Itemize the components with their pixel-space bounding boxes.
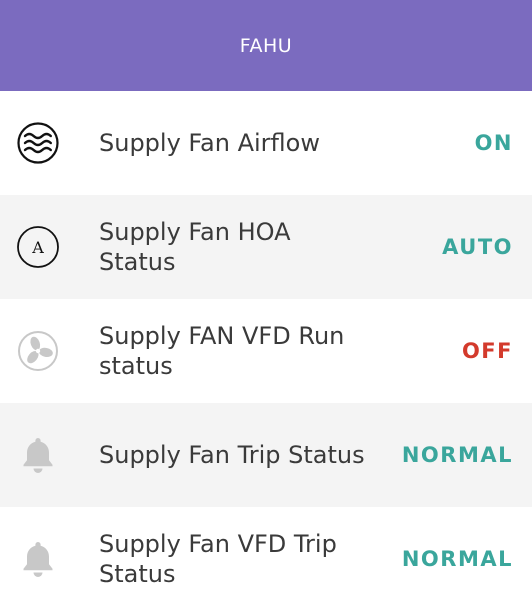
fan-icon (16, 329, 60, 373)
status-badge: AUTO (442, 235, 513, 259)
status-badge: NORMAL (401, 547, 513, 571)
row-label: Supply Fan Trip Status (99, 441, 365, 469)
airflow-waves-icon (16, 121, 60, 165)
list-item-supply-fan-vfd-trip-status[interactable]: Supply Fan VFD Trip Status NORMAL (0, 507, 532, 611)
status-badge: OFF (461, 339, 513, 363)
list-item-supply-fan-vfd-run-status[interactable]: Supply FAN VFD Run status OFF (0, 299, 532, 403)
status-badge: ON (474, 131, 513, 155)
row-label: Supply FAN VFD Run status (99, 322, 345, 380)
row-label: Supply Fan HOA Status (99, 218, 291, 276)
status-badge: NORMAL (401, 443, 513, 467)
list-item-supply-fan-hoa-status[interactable]: A Supply Fan HOA Status AUTO (0, 195, 532, 299)
list-item-supply-fan-airflow[interactable]: Supply Fan Airflow ON (0, 91, 532, 195)
list-item-supply-fan-trip-status[interactable]: Supply Fan Trip Status NORMAL (0, 403, 532, 507)
app-header: FAHU (0, 0, 532, 91)
status-list: Supply Fan Airflow ON A Supply Fan HOA S… (0, 91, 532, 611)
bell-icon (16, 537, 60, 581)
row-label: Supply Fan Airflow (99, 129, 320, 157)
svg-text:A: A (31, 238, 44, 257)
page-title: FAHU (239, 34, 293, 57)
bell-icon (16, 433, 60, 477)
row-label: Supply Fan VFD Trip Status (99, 530, 337, 588)
letter-a-circle-icon: A (16, 225, 60, 269)
